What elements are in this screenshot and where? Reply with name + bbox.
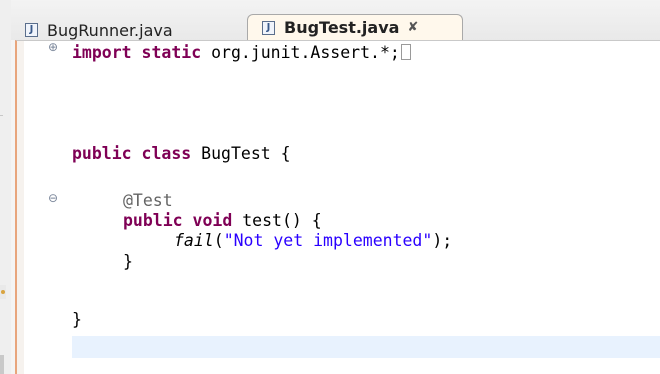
- current-line-highlight: [72, 336, 660, 358]
- tab-label: BugRunner.java: [47, 20, 173, 40]
- java-file-icon: J: [25, 23, 38, 37]
- code-line-method: public void test() {: [123, 211, 322, 230]
- code-editor[interactable]: ⊕ ⊖ import static org.junit.Assert.*; pu…: [15, 40, 660, 374]
- strip-mark: [0, 115, 3, 116]
- tab-bugrunner[interactable]: J BugRunner.java: [25, 20, 245, 40]
- editor-tab-bar: J BugRunner.java J BugTest.java ✘: [11, 0, 660, 40]
- close-tab-icon[interactable]: ✘: [407, 20, 418, 35]
- code-line-close-method: }: [123, 252, 133, 271]
- tab-bugtest[interactable]: J BugTest.java ✘: [247, 14, 463, 40]
- code-line-annotation: @Test: [123, 191, 173, 210]
- fold-expand-icon[interactable]: ⊕: [48, 40, 58, 54]
- editor-gutter: [24, 41, 70, 374]
- tab-label: BugTest.java: [284, 18, 400, 37]
- strip-mark: [0, 355, 4, 374]
- marker-dot-icon: [1, 290, 5, 294]
- overview-ruler: [17, 41, 24, 374]
- code-line-class: public class BugTest {: [72, 144, 291, 163]
- code-line-close-class: }: [72, 310, 82, 329]
- outer-left-strip: [0, 0, 11, 374]
- collapsed-region-icon[interactable]: [400, 44, 411, 60]
- fold-collapse-icon[interactable]: ⊖: [48, 191, 58, 205]
- code-line-fail: fail("Not yet implemented");: [174, 231, 453, 250]
- code-text: import static org.junit.Assert.*; public…: [72, 41, 452, 329]
- java-file-icon: J: [262, 20, 275, 35]
- code-line-import: import static org.junit.Assert.*;: [72, 43, 411, 63]
